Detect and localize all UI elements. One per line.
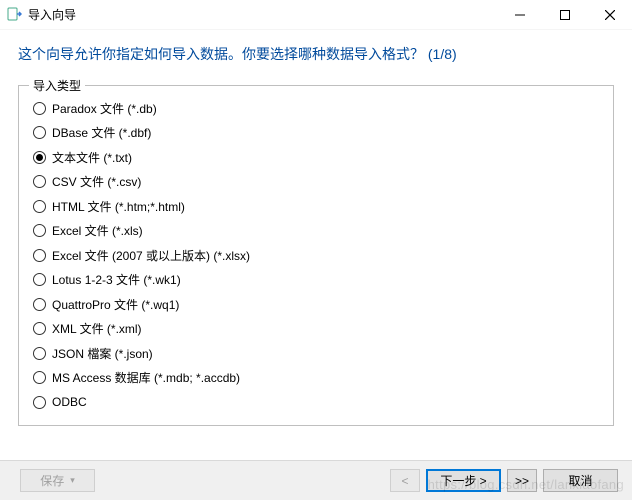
radio-indicator <box>33 151 46 164</box>
radio-label: Excel 文件 (*.xls) <box>52 222 143 239</box>
radio-label: DBase 文件 (*.dbf) <box>52 124 151 141</box>
radio-option[interactable]: Excel 文件 (*.xls) <box>33 219 599 244</box>
close-button[interactable] <box>587 0 632 30</box>
radio-indicator <box>33 298 46 311</box>
cancel-button-label: 取消 <box>568 472 592 489</box>
radio-label: HTML 文件 (*.htm;*.html) <box>52 198 185 215</box>
radio-option[interactable]: MS Access 数据库 (*.mdb; *.accdb) <box>33 366 599 391</box>
radio-label: Lotus 1-2-3 文件 (*.wk1) <box>52 271 181 288</box>
app-icon <box>6 7 22 23</box>
save-button[interactable]: 保存 ▾ <box>20 469 95 492</box>
last-button[interactable]: >> <box>507 469 537 492</box>
cancel-button[interactable]: 取消 <box>543 469 618 492</box>
window-title: 导入向导 <box>28 6 76 23</box>
radio-option[interactable]: 文本文件 (*.txt) <box>33 145 599 170</box>
content-area: 导入类型 Paradox 文件 (*.db) DBase 文件 (*.dbf) 文本… <box>0 75 632 426</box>
footer-bar: 保存 ▾ < 下一步 > >> 取消 <box>0 460 632 500</box>
radio-indicator <box>33 347 46 360</box>
radio-option[interactable]: Paradox 文件 (*.db) <box>33 96 599 121</box>
radio-list: Paradox 文件 (*.db) DBase 文件 (*.dbf) 文本文件 (*… <box>33 96 599 415</box>
radio-label: 文本文件 (*.txt) <box>52 149 132 166</box>
minimize-button[interactable] <box>497 0 542 30</box>
titlebar: 导入向导 <box>0 0 632 30</box>
radio-option[interactable]: DBase 文件 (*.dbf) <box>33 121 599 146</box>
radio-indicator <box>33 200 46 213</box>
radio-option[interactable]: HTML 文件 (*.htm;*.html) <box>33 194 599 219</box>
radio-label: ODBC <box>52 395 87 409</box>
radio-option[interactable]: XML 文件 (*.xml) <box>33 317 599 342</box>
radio-label: QuattroPro 文件 (*.wq1) <box>52 296 179 313</box>
radio-option[interactable]: QuattroPro 文件 (*.wq1) <box>33 292 599 317</box>
wizard-prompt: 这个向导允许你指定如何导入数据。你要选择哪种数据导入格式？ (1/8) <box>0 30 632 75</box>
radio-indicator <box>33 371 46 384</box>
radio-label: CSV 文件 (*.csv) <box>52 173 141 190</box>
radio-indicator <box>33 396 46 409</box>
radio-indicator <box>33 102 46 115</box>
radio-label: XML 文件 (*.xml) <box>52 320 142 337</box>
import-type-group: 导入类型 Paradox 文件 (*.db)DBase 文件 (*.dbf)文本… <box>18 85 614 426</box>
radio-indicator <box>33 224 46 237</box>
radio-option[interactable]: Lotus 1-2-3 文件 (*.wk1) <box>33 268 599 293</box>
last-button-label: >> <box>515 474 529 488</box>
radio-indicator <box>33 273 46 286</box>
radio-indicator <box>33 322 46 335</box>
radio-option[interactable]: JSON 檔案 (*.json) <box>33 341 599 366</box>
radio-label: Paradox 文件 (*.db) <box>52 100 157 117</box>
radio-indicator <box>33 126 46 139</box>
radio-label: Excel 文件 (2007 或以上版本) (*.xlsx) <box>52 247 250 264</box>
radio-label: MS Access 数据库 (*.mdb; *.accdb) <box>52 369 240 386</box>
chevron-down-icon: ▾ <box>70 475 75 486</box>
radio-indicator <box>33 249 46 262</box>
maximize-button[interactable] <box>542 0 587 30</box>
back-button-label: < <box>401 474 408 488</box>
radio-label: JSON 檔案 (*.json) <box>52 345 153 362</box>
radio-indicator <box>33 175 46 188</box>
radio-option[interactable]: Excel 文件 (2007 或以上版本) (*.xlsx) <box>33 243 599 268</box>
next-button[interactable]: 下一步 > <box>426 469 501 492</box>
group-legend: 导入类型 <box>29 77 85 94</box>
next-button-label: 下一步 > <box>440 472 486 489</box>
back-button[interactable]: < <box>390 469 420 492</box>
radio-option[interactable]: CSV 文件 (*.csv) <box>33 170 599 195</box>
radio-option[interactable]: ODBC <box>33 390 599 415</box>
save-button-label: 保存 <box>40 472 64 489</box>
